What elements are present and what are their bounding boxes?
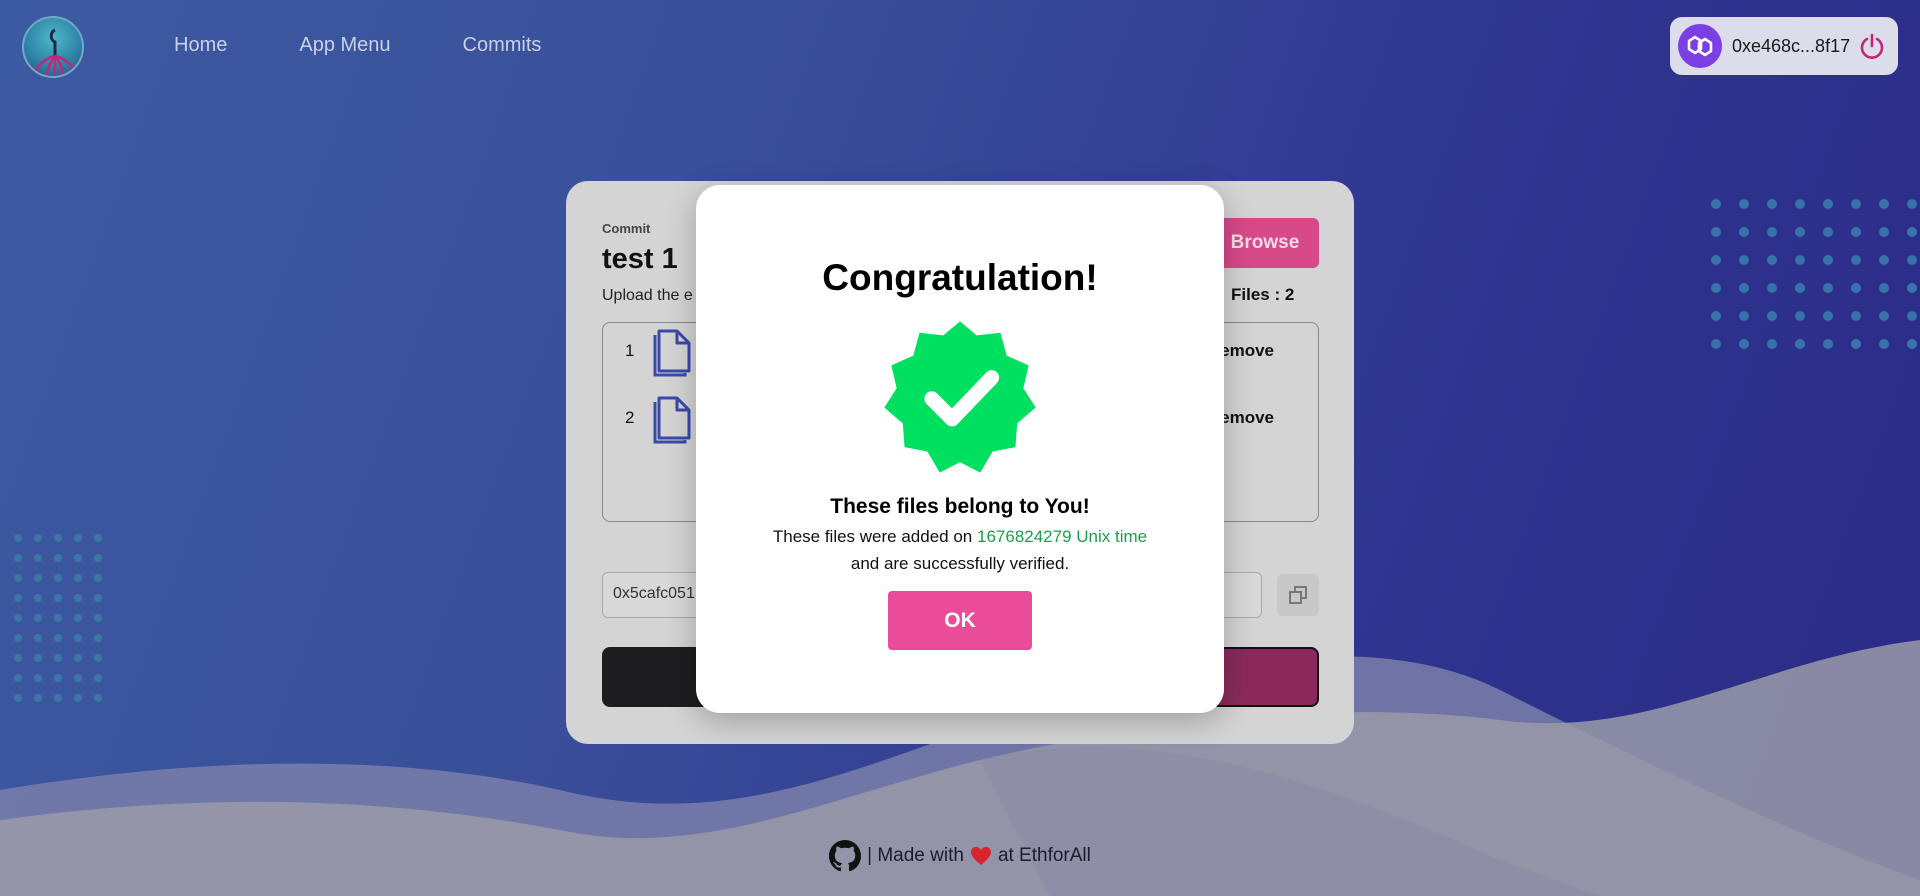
heart-icon	[970, 846, 991, 866]
main-nav: Home App Menu Commits	[174, 34, 613, 57]
document-icon	[653, 396, 691, 444]
dot-pattern-right	[1711, 199, 1917, 349]
browse-button[interactable]: Browse	[1211, 218, 1319, 268]
message-prefix: These files were added on	[772, 527, 973, 546]
commit-title: test 1	[602, 243, 678, 275]
copy-icon	[1289, 586, 1307, 604]
document-icon	[653, 329, 691, 377]
verified-badge-icon	[884, 321, 1036, 473]
file-index: 1	[625, 341, 635, 360]
nav-home[interactable]: Home	[174, 34, 227, 57]
nav-commits[interactable]: Commits	[463, 34, 542, 57]
app-logo[interactable]	[22, 16, 84, 78]
polygon-icon	[1678, 24, 1722, 68]
modal-message-line: These files were added on 1676824279 Uni…	[696, 527, 1224, 547]
github-icon[interactable]	[829, 840, 862, 872]
footer-made-with: | Made with	[867, 845, 964, 866]
modal-message-title: These files belong to You!	[830, 495, 1090, 518]
wallet-address: 0xe468c...8f17	[1732, 35, 1851, 56]
remove-button[interactable]: emove	[1220, 341, 1274, 361]
footer-at: at EthforAll	[997, 845, 1091, 866]
footer: | Made with at EthforAll	[0, 840, 1920, 872]
ok-button[interactable]: OK	[888, 591, 1032, 650]
power-icon[interactable]	[1858, 32, 1886, 60]
nav-app-menu[interactable]: App Menu	[299, 34, 390, 57]
modal-heading: Congratulation!	[822, 257, 1098, 298]
timestamp-text: 1676824279 Unix time	[977, 527, 1148, 546]
dot-pattern-left	[14, 534, 102, 702]
upload-instructions: Upload the e	[602, 287, 693, 304]
modal-message-suffix: and are successfully verified.	[850, 554, 1070, 573]
files-count: Files : 2	[1231, 285, 1295, 304]
wallet-chip[interactable]: 0xe468c...8f17	[1670, 17, 1898, 75]
section-label: Commit	[602, 221, 651, 236]
remove-button[interactable]: emove	[1220, 408, 1274, 428]
copy-button[interactable]	[1277, 574, 1319, 616]
file-index: 2	[625, 408, 635, 427]
success-modal: Congratulation! These files belong to Yo…	[696, 185, 1224, 713]
